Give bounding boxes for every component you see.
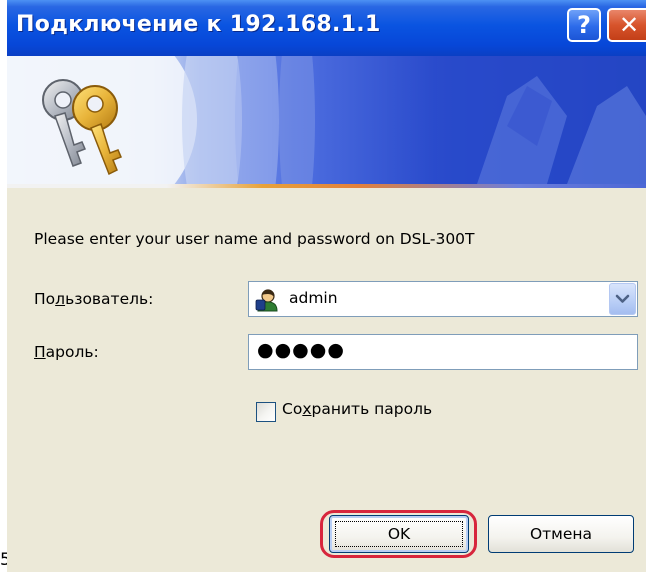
cancel-button-label: Отмена [529,525,593,543]
user-icon [255,289,278,312]
chevron-down-icon [615,294,630,303]
close-icon: ✕ [618,11,640,39]
password-value: ●●●●● [257,339,345,361]
username-dropdown-button[interactable] [609,283,636,315]
help-icon: ? [577,11,591,39]
password-label-accel: П [34,343,46,361]
dialog-content: Please enter your user name and password… [7,188,646,572]
username-label-pre: По [34,290,56,308]
banner-graphic [7,56,646,184]
banner-image [7,56,646,184]
username-combobox[interactable]: admin [248,281,638,317]
username-label-accel: л [55,290,66,308]
help-button[interactable]: ? [567,8,601,42]
password-label: Пароль: [34,343,99,361]
password-field[interactable]: ●●●●● [248,334,638,370]
password-label-post: ароль: [45,343,99,361]
close-button[interactable]: ✕ [607,8,646,42]
login-dialog: Подключение к 192.168.1.1 ? ✕ Please ent… [7,0,646,572]
remember-label-pre: Со [282,400,303,418]
cancel-button[interactable]: Отмена [488,515,634,553]
remember-password-label[interactable]: Сохранить пароль [282,400,432,418]
window-title: Подключение к 192.168.1.1 [16,12,381,37]
ok-button[interactable]: OK [329,515,469,553]
remember-password-checkbox[interactable] [256,402,276,422]
username-value: admin [289,289,338,307]
title-bar[interactable]: Подключение к 192.168.1.1 ? ✕ [7,0,646,56]
page: 5 Подключение к 192.168.1.1 ? ✕ Please e… [0,0,646,572]
remember-label-accel: х [302,400,312,418]
prompt-text: Please enter your user name and password… [34,230,475,248]
username-label: Пользователь: [34,290,153,308]
username-label-post: ьзователь: [65,290,154,308]
remember-label-post: ранить пароль [311,400,433,418]
focus-rect [335,521,463,547]
